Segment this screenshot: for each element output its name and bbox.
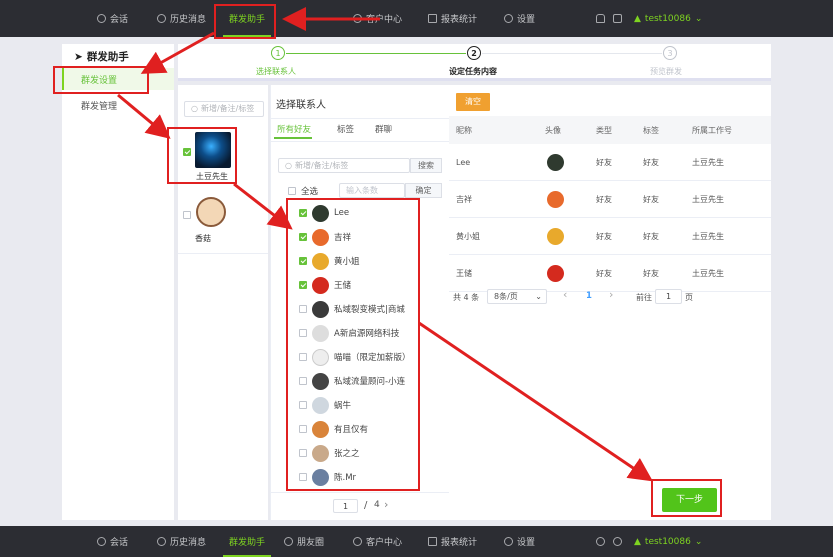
arrow-to-sidebar xyxy=(140,31,215,74)
arrow-to-contacts xyxy=(233,182,293,230)
arrow-to-next xyxy=(418,321,653,482)
annotation-arrows xyxy=(117,7,653,482)
arrow-to-account xyxy=(117,93,171,139)
